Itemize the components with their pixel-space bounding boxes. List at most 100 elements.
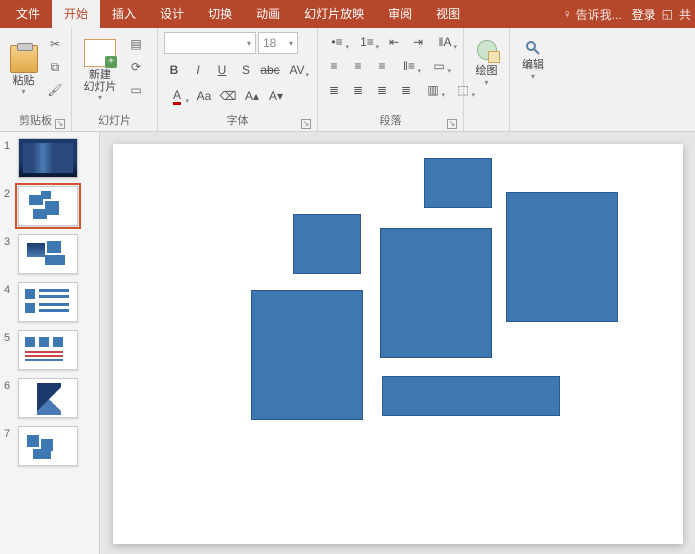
reset-icon: ⟳ (131, 60, 141, 74)
align-right2-button[interactable]: ≣ (372, 80, 392, 100)
thumbnail[interactable] (18, 138, 78, 178)
align-text-button[interactable]: ▭▾ (426, 56, 452, 76)
slide-thumbnail-panel[interactable]: 1 2 3 4 5 6 7 (0, 132, 100, 554)
rectangle-shape[interactable] (251, 290, 363, 420)
thumbnail-number: 4 (4, 282, 18, 296)
ribbon-tabs: 文件 开始 插入 设计 切换 动画 幻灯片放映 审阅 视图 (4, 0, 472, 28)
editing-label: 编辑 (522, 56, 544, 72)
decrease-indent-button[interactable]: ⇤ (384, 32, 404, 52)
tab-file[interactable]: 文件 (4, 0, 52, 28)
tab-design[interactable]: 设计 (148, 0, 196, 28)
search-icon (525, 40, 541, 56)
rectangle-shape[interactable] (506, 192, 618, 322)
grow-font-button[interactable]: A▴ (242, 86, 262, 106)
align-center2-button[interactable]: ≣ (348, 80, 368, 100)
increase-indent-button[interactable]: ⇥ (408, 32, 428, 52)
format-painter-button[interactable]: 🖌 (45, 80, 65, 100)
new-slide-button[interactable]: 新建 幻灯片 ▾ (78, 32, 122, 108)
text-direction-button[interactable]: ‖A▾ (432, 32, 458, 52)
tell-me-label: 告诉我... (576, 6, 622, 23)
reset-button[interactable]: ⟳ (126, 57, 146, 77)
share-icon[interactable]: 共 (679, 6, 691, 23)
slide-canvas[interactable] (113, 144, 683, 544)
font-size-value: 18 (263, 36, 276, 50)
group-label-font: 字体 ↘ (164, 110, 311, 131)
tab-animations[interactable]: 动画 (244, 0, 292, 28)
drawing-button[interactable]: 绘图 ▾ (470, 32, 503, 87)
rectangle-shape[interactable] (424, 158, 492, 208)
slide-canvas-area[interactable] (100, 132, 695, 554)
font-name-combo[interactable]: ▾ (164, 32, 256, 54)
thumbnail[interactable] (18, 234, 78, 274)
thumbnail-row[interactable]: 2 (4, 186, 95, 226)
rectangle-shape[interactable] (382, 376, 560, 416)
thumbnail-row[interactable]: 6 (4, 378, 95, 418)
rectangle-shape[interactable] (293, 214, 361, 274)
copy-button[interactable]: ⧉ (45, 57, 65, 77)
change-case-button[interactable]: Aa (194, 86, 214, 106)
new-slide-label: 新建 幻灯片 (84, 69, 117, 93)
tell-me-search[interactable]: ♀ 告诉我... (563, 6, 622, 23)
align-right-button[interactable]: ≡ (372, 56, 392, 76)
editing-button[interactable]: 编辑 ▾ (516, 32, 550, 81)
section-icon: ▭ (130, 83, 141, 97)
brush-icon: 🖌 (47, 83, 62, 97)
login-button[interactable]: 登录 (632, 6, 656, 23)
lightbulb-icon: ♀ (563, 7, 572, 21)
numbering-button[interactable]: 1≡▾ (354, 32, 380, 52)
cut-button[interactable]: ✂ (45, 34, 65, 54)
align-left2-button[interactable]: ≣ (324, 80, 344, 100)
group-paragraph: •≡▾ 1≡▾ ⇤ ⇥ ‖A▾ ≡ ≡ ≡ ‖≡▾ ▭▾ ≣ ≣ ≣ ≣ ▥▾ … (318, 28, 464, 131)
convert-smartart-button[interactable]: ⬚▾ (450, 80, 476, 100)
layout-button[interactable]: ▤ (126, 34, 146, 54)
thumbnail[interactable] (18, 426, 78, 466)
thumbnail-row[interactable]: 4 (4, 282, 95, 322)
font-size-combo[interactable]: 18 ▾ (258, 32, 298, 54)
shrink-font-button[interactable]: A▾ (266, 86, 286, 106)
tab-home[interactable]: 开始 (52, 0, 100, 28)
tab-transitions[interactable]: 切换 (196, 0, 244, 28)
paragraph-launcher[interactable]: ↘ (447, 119, 457, 129)
font-launcher[interactable]: ↘ (301, 119, 311, 129)
clear-format-button[interactable]: ⌫ (218, 86, 238, 106)
italic-button[interactable]: I (188, 60, 208, 80)
tab-slideshow[interactable]: 幻灯片放映 (292, 0, 376, 28)
thumbnail[interactable] (18, 330, 78, 370)
chevron-down-icon: ▾ (247, 39, 251, 48)
drawing-label: 绘图 (476, 62, 498, 78)
align-center-button[interactable]: ≡ (348, 56, 368, 76)
strikethrough-button[interactable]: abc (260, 60, 280, 80)
thumbnail-number: 6 (4, 378, 18, 392)
tab-insert[interactable]: 插入 (100, 0, 148, 28)
thumbnail-row[interactable]: 7 (4, 426, 95, 466)
thumbnail-row[interactable]: 1 (4, 138, 95, 178)
tab-review[interactable]: 审阅 (376, 0, 424, 28)
section-button[interactable]: ▭ (126, 80, 146, 100)
thumbnail[interactable] (18, 378, 78, 418)
shadow-button[interactable]: S (236, 60, 256, 80)
clipboard-launcher[interactable]: ↘ (55, 119, 65, 129)
align-left-button[interactable]: ≡ (324, 56, 344, 76)
thumbnail-number: 3 (4, 234, 18, 248)
thumbnail[interactable] (18, 282, 78, 322)
thumbnail[interactable] (18, 186, 78, 226)
bold-button[interactable]: B (164, 60, 184, 80)
tab-view[interactable]: 视图 (424, 0, 472, 28)
chevron-down-icon: ▾ (289, 39, 293, 48)
columns-button[interactable]: ▥▾ (420, 80, 446, 100)
justify-button[interactable]: ≣ (396, 80, 416, 100)
user-icon[interactable]: ◱ (662, 7, 673, 21)
font-color-button[interactable]: A▾ (164, 86, 190, 106)
rectangle-shape[interactable] (380, 228, 492, 358)
thumbnail-number: 1 (4, 138, 18, 152)
line-spacing-button[interactable]: ‖≡▾ (396, 56, 422, 76)
copy-icon: ⧉ (51, 60, 60, 75)
clipboard-icon (10, 45, 38, 73)
paste-button[interactable]: 粘贴 ▾ (6, 32, 41, 108)
underline-button[interactable]: U (212, 60, 232, 80)
thumbnail-row[interactable]: 5 (4, 330, 95, 370)
char-spacing-button[interactable]: AV▾ (284, 60, 310, 80)
bullets-button[interactable]: •≡▾ (324, 32, 350, 52)
thumbnail-row[interactable]: 3 (4, 234, 95, 274)
window-controls: ◱ 共 (662, 6, 691, 23)
